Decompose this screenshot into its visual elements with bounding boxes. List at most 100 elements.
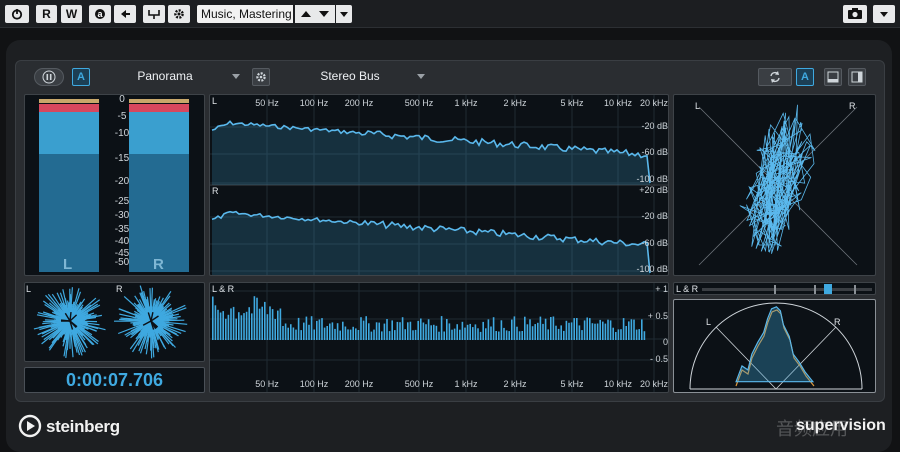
spectrum-freq-tick: 5 kHz xyxy=(560,98,584,108)
correlation-bar xyxy=(308,324,310,340)
correlation-bar xyxy=(537,322,539,340)
channel-select[interactable]: Stereo Bus xyxy=(280,66,420,86)
correlation-freq-tick: 1 kHz xyxy=(454,379,478,389)
phase-left-label: L xyxy=(706,317,712,327)
spectrum-freq-tick: 20 kHz xyxy=(639,98,668,108)
correlation-bar xyxy=(305,316,308,340)
meter-scale-tick: -30 xyxy=(114,210,130,221)
correlation-bar xyxy=(474,324,477,340)
correlation-bar xyxy=(451,329,453,340)
pause-icon xyxy=(42,70,56,84)
correlation-bar xyxy=(388,331,391,340)
meter-scale-tick: -15 xyxy=(114,153,130,164)
preset-name-field[interactable]: Music, Mastering xyxy=(197,5,293,23)
correlation-bar xyxy=(555,325,557,340)
correlation-bar xyxy=(269,306,271,340)
correlation-bar xyxy=(602,321,604,340)
spectrum-freq-tick: 1 kHz xyxy=(454,98,478,108)
correlation-graphic xyxy=(210,283,668,392)
correlation-bar xyxy=(630,319,633,340)
side-chain-button[interactable] xyxy=(114,5,136,23)
correlation-bar xyxy=(282,326,284,340)
correlation-bar xyxy=(482,321,484,340)
routing-button[interactable] xyxy=(143,5,165,23)
correlation-bar xyxy=(440,316,443,340)
correlation-bar xyxy=(609,320,612,340)
correlation-bar xyxy=(446,319,448,340)
view-select[interactable]: Panorama xyxy=(95,66,235,86)
spectrum-fill xyxy=(212,211,650,275)
read-automation-button[interactable]: R xyxy=(36,5,57,23)
correlation-bar xyxy=(427,319,430,340)
options-menu-button[interactable] xyxy=(873,5,895,23)
correlation-bar xyxy=(461,321,464,340)
correlation-bar xyxy=(225,318,227,340)
correlation-bar xyxy=(511,319,513,340)
correlation-bar xyxy=(524,316,526,340)
phase-right-label: R xyxy=(834,317,841,327)
layout-side-button[interactable] xyxy=(848,68,866,86)
preset-menu-button[interactable] xyxy=(336,5,352,23)
correlation-bar xyxy=(412,330,414,340)
balance-label: L & R xyxy=(676,284,699,294)
pause-button[interactable] xyxy=(34,68,64,86)
correlation-bar xyxy=(625,326,627,340)
write-automation-button[interactable]: W xyxy=(61,5,82,23)
correlation-bar xyxy=(404,329,406,340)
meter-scale-tick: -20 xyxy=(114,176,130,187)
meter-scale-tick: -5 xyxy=(117,111,127,122)
panorama-ray xyxy=(150,319,185,322)
correlation-bar xyxy=(401,317,404,340)
correlation-bar xyxy=(222,311,224,340)
correlation-bar xyxy=(498,331,500,340)
timecode-display[interactable]: 0:00:07.706 xyxy=(24,367,205,393)
correlation-bar xyxy=(534,324,536,340)
correlation-bar xyxy=(292,327,295,340)
layout-bottom-icon xyxy=(827,71,839,83)
correlation-bar xyxy=(409,321,412,340)
preset-nav-buttons[interactable] xyxy=(295,5,335,23)
layout-a-button[interactable]: A xyxy=(796,68,814,86)
settings-button[interactable] xyxy=(168,5,190,23)
correlation-bar xyxy=(526,324,529,340)
correlation-bar xyxy=(238,312,240,340)
hold-a-button[interactable]: A xyxy=(72,68,90,86)
correlation-bar xyxy=(378,322,380,340)
correlation-freq-tick: 5 kHz xyxy=(560,379,584,389)
correlation-bar xyxy=(344,326,347,340)
correlation-bar xyxy=(529,319,531,340)
correlation-bar xyxy=(352,326,354,340)
power-button[interactable] xyxy=(5,5,29,23)
correlation-bar xyxy=(583,320,586,340)
correlation-bar xyxy=(355,328,357,340)
correlation-bar xyxy=(248,307,250,340)
correlation-bar xyxy=(607,319,609,340)
correlation-bar xyxy=(365,316,367,340)
view-settings-button[interactable] xyxy=(252,68,270,86)
layout-bottom-button[interactable] xyxy=(824,68,842,86)
correlation-bar xyxy=(604,323,607,340)
correlation-bar xyxy=(347,329,349,340)
correlation-bar xyxy=(469,323,471,340)
sync-button[interactable] xyxy=(758,68,792,86)
correlation-bar xyxy=(323,327,326,340)
correlation-bar xyxy=(573,318,575,340)
snapshot-button[interactable] xyxy=(843,5,867,23)
layout-side-icon xyxy=(851,71,863,83)
correlation-freq-tick: 2 kHz xyxy=(503,379,527,389)
phase-trace-blue xyxy=(735,306,815,383)
correlation-scale-tick: + 0.5 xyxy=(647,311,668,321)
bypass-button[interactable]: a xyxy=(89,5,111,23)
correlation-bar xyxy=(334,328,336,340)
correlation-bar xyxy=(329,323,331,340)
correlation-bar xyxy=(576,318,578,340)
correlation-bar xyxy=(594,323,596,340)
correlation-bar xyxy=(466,324,469,340)
correlation-bar xyxy=(326,326,328,340)
view-select-chevron-down-icon xyxy=(232,74,240,79)
panorama-graphic xyxy=(33,285,188,359)
correlation-bar xyxy=(295,329,297,340)
correlation-bar xyxy=(362,320,365,340)
correlation-bar xyxy=(544,318,547,340)
correlation-freq-tick: 200 Hz xyxy=(344,379,374,389)
